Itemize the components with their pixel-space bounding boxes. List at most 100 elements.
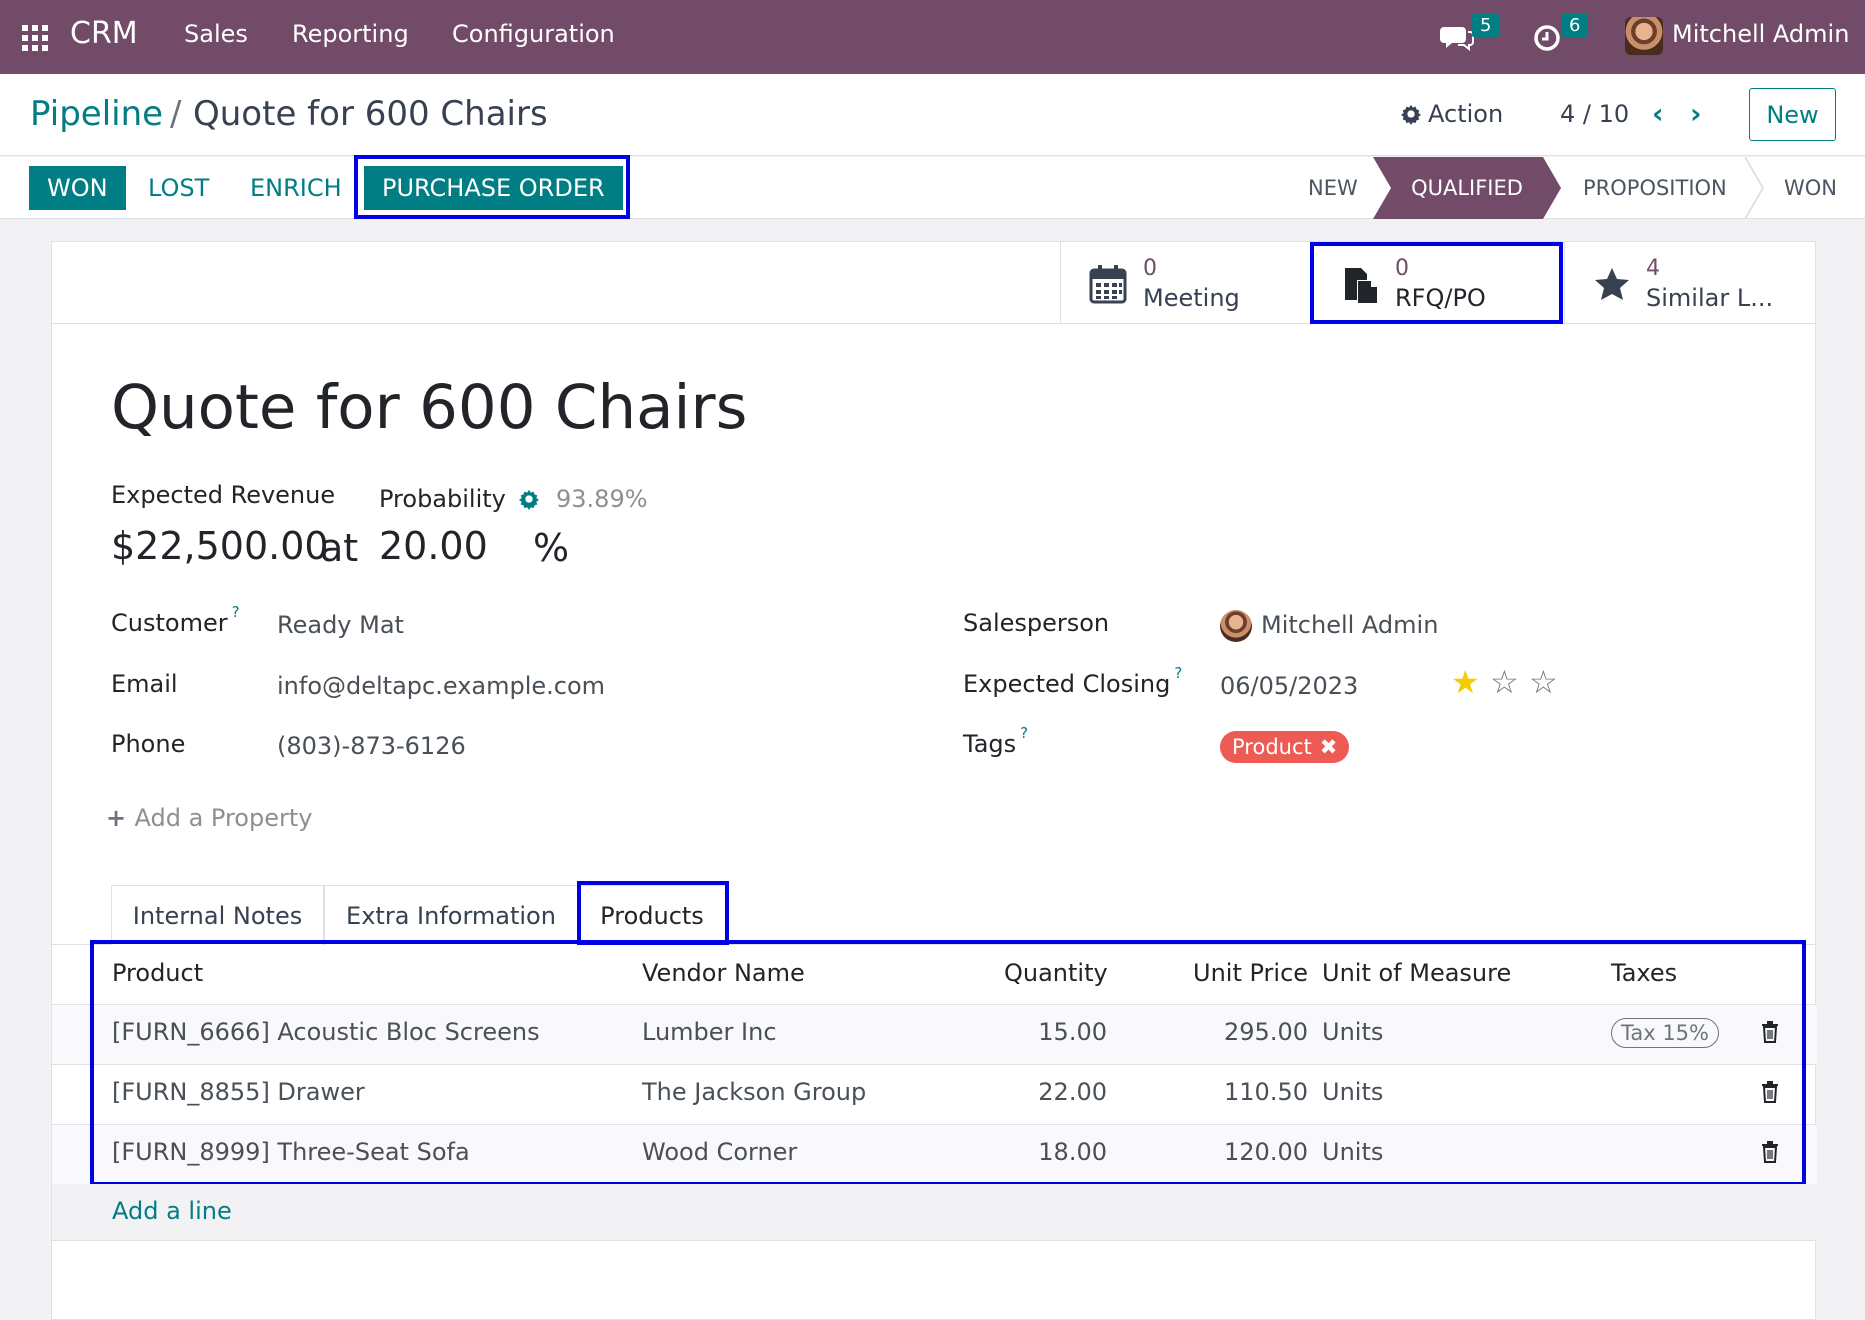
- menu-reporting[interactable]: Reporting: [292, 20, 409, 48]
- table-row[interactable]: [FURN_6666] Acoustic Bloc Screens Lumber…: [52, 1005, 1817, 1065]
- row-tax-badge[interactable]: Tax 15%: [1611, 1018, 1719, 1048]
- row-vendor[interactable]: The Jackson Group: [642, 1078, 866, 1106]
- row-uom[interactable]: Units: [1322, 1138, 1383, 1166]
- table-row[interactable]: [FURN_8855] Drawer The Jackson Group 22.…: [52, 1065, 1817, 1125]
- stage-proposition[interactable]: PROPOSITION: [1583, 157, 1727, 219]
- messages-icon[interactable]: [1440, 19, 1474, 53]
- stage-won[interactable]: WON: [1784, 157, 1837, 219]
- email-field[interactable]: info@deltapc.example.com: [277, 672, 605, 700]
- record-title[interactable]: Quote for 600 Chairs: [111, 372, 747, 443]
- row-product[interactable]: [FURN_8999] Three-Seat Sofa: [112, 1138, 470, 1166]
- row-vendor[interactable]: Wood Corner: [642, 1138, 797, 1166]
- breadcrumb-current: Quote for 600 Chairs: [193, 94, 548, 134]
- add-property-button[interactable]: + Add a Property: [106, 804, 312, 832]
- meeting-label: Meeting: [1143, 284, 1240, 312]
- stage-new[interactable]: NEW: [1308, 157, 1358, 219]
- col-product[interactable]: Product: [112, 959, 203, 987]
- row-uom[interactable]: Units: [1322, 1018, 1383, 1046]
- row-unit-price[interactable]: 295.00: [1152, 1018, 1308, 1046]
- expected-closing-help-icon[interactable]: ?: [1174, 664, 1182, 682]
- breadcrumb-pipeline[interactable]: Pipeline: [30, 94, 163, 134]
- similar-leads-label: Similar L...: [1646, 284, 1774, 312]
- tags-label-text: Tags: [963, 730, 1017, 758]
- similar-leads-smart-button[interactable]: 4 Similar L...: [1564, 242, 1817, 324]
- won-button[interactable]: WON: [29, 166, 126, 210]
- add-line-row: Add a line: [52, 1184, 1817, 1241]
- expected-revenue-label: Expected Revenue: [111, 481, 336, 509]
- col-vendor-name[interactable]: Vendor Name: [642, 959, 805, 987]
- col-unit-price[interactable]: Unit Price: [1193, 959, 1308, 987]
- rfq-po-smart-button[interactable]: 0 RFQ/PO: [1312, 242, 1564, 324]
- plus-icon: +: [106, 804, 135, 832]
- user-avatar[interactable]: [1625, 17, 1663, 55]
- rfq-po-count: 0: [1395, 256, 1409, 281]
- meeting-smart-button[interactable]: 0 Meeting: [1060, 242, 1312, 324]
- table-row[interactable]: [FURN_8999] Three-Seat Sofa Wood Corner …: [52, 1125, 1817, 1185]
- meeting-count: 0: [1143, 256, 1157, 281]
- row-uom[interactable]: Units: [1322, 1078, 1383, 1106]
- phone-field[interactable]: (803)-873-6126: [277, 732, 466, 760]
- pager-value[interactable]: 4 / 10: [1560, 100, 1629, 128]
- tab-internal-notes[interactable]: Internal Notes: [111, 885, 324, 945]
- customer-label: Customer?: [111, 603, 240, 637]
- menu-sales[interactable]: Sales: [184, 20, 248, 48]
- col-quantity[interactable]: Quantity: [1004, 959, 1108, 987]
- trash-icon[interactable]: [1761, 1021, 1779, 1043]
- row-vendor[interactable]: Lumber Inc: [642, 1018, 777, 1046]
- row-product[interactable]: [FURN_6666] Acoustic Bloc Screens: [112, 1018, 540, 1046]
- new-button[interactable]: New: [1749, 88, 1836, 141]
- salesperson-field[interactable]: Mitchell Admin: [1261, 611, 1438, 639]
- document-copy-icon: [1345, 268, 1377, 303]
- row-quantity[interactable]: 15.00: [952, 1018, 1107, 1046]
- customer-help-icon[interactable]: ?: [232, 603, 240, 621]
- add-property-label: Add a Property: [134, 804, 313, 832]
- breadcrumb-separator: /: [170, 94, 182, 134]
- form-sheet: 0 Meeting 0 RFQ/PO 4 Similar L... Quote …: [51, 241, 1817, 1320]
- app-name[interactable]: CRM: [70, 16, 138, 51]
- trash-icon[interactable]: [1761, 1081, 1779, 1103]
- activities-clock-icon[interactable]: [1530, 19, 1564, 53]
- probability-gear-icon[interactable]: [518, 488, 540, 510]
- apps-grid-icon[interactable]: [22, 25, 48, 51]
- probability-label: Probability: [379, 485, 506, 513]
- pager-previous-icon[interactable]: ‹: [1652, 100, 1664, 128]
- lost-button[interactable]: LOST: [148, 166, 209, 210]
- priority-star-3-icon[interactable]: ☆: [1529, 666, 1558, 698]
- tab-extra-information[interactable]: Extra Information: [324, 885, 578, 945]
- calendar-icon: [1089, 265, 1127, 304]
- tab-products[interactable]: Products: [578, 885, 726, 945]
- priority-star-2-icon[interactable]: ☆: [1490, 666, 1519, 698]
- priority-star-1-icon[interactable]: ★: [1451, 666, 1480, 698]
- expected-closing-field[interactable]: 06/05/2023: [1220, 672, 1358, 700]
- stage-qualified[interactable]: QUALIFIED: [1373, 157, 1561, 219]
- gear-icon: [1400, 104, 1422, 125]
- status-bar: WON LOST ENRICH PURCHASE ORDER NEW QUALI…: [0, 155, 1865, 219]
- row-unit-price[interactable]: 120.00: [1152, 1138, 1308, 1166]
- row-unit-price[interactable]: 110.50: [1152, 1078, 1308, 1106]
- row-quantity[interactable]: 18.00: [952, 1138, 1107, 1166]
- col-unit-of-measure[interactable]: Unit of Measure: [1322, 959, 1511, 987]
- phone-label: Phone: [111, 730, 186, 758]
- tag-remove-icon[interactable]: ✖: [1320, 735, 1338, 759]
- row-quantity[interactable]: 22.00: [952, 1078, 1107, 1106]
- action-menu-button[interactable]: Action: [1400, 100, 1503, 128]
- trash-icon[interactable]: [1761, 1141, 1779, 1163]
- expected-revenue-input[interactable]: $22,500.00: [111, 524, 329, 568]
- automated-probability: 93.89%: [556, 485, 648, 513]
- tags-help-icon[interactable]: ?: [1020, 724, 1028, 742]
- star-icon: [1595, 268, 1629, 300]
- messages-badge: 5: [1472, 14, 1500, 37]
- tag-label: Product: [1232, 735, 1312, 759]
- add-line-button[interactable]: Add a line: [112, 1197, 232, 1225]
- col-taxes[interactable]: Taxes: [1611, 959, 1677, 987]
- row-product[interactable]: [FURN_8855] Drawer: [112, 1078, 365, 1106]
- probability-input[interactable]: 20.00: [379, 524, 488, 568]
- user-name[interactable]: Mitchell Admin: [1672, 20, 1849, 48]
- menu-configuration[interactable]: Configuration: [452, 20, 615, 48]
- rfq-po-label: RFQ/PO: [1395, 284, 1486, 312]
- percent-sign: %: [533, 526, 570, 570]
- customer-field[interactable]: Ready Mat: [277, 611, 404, 639]
- enrich-button[interactable]: ENRICH: [250, 166, 342, 210]
- pager-next-icon[interactable]: ›: [1690, 100, 1702, 128]
- purchase-order-button[interactable]: PURCHASE ORDER: [364, 166, 623, 210]
